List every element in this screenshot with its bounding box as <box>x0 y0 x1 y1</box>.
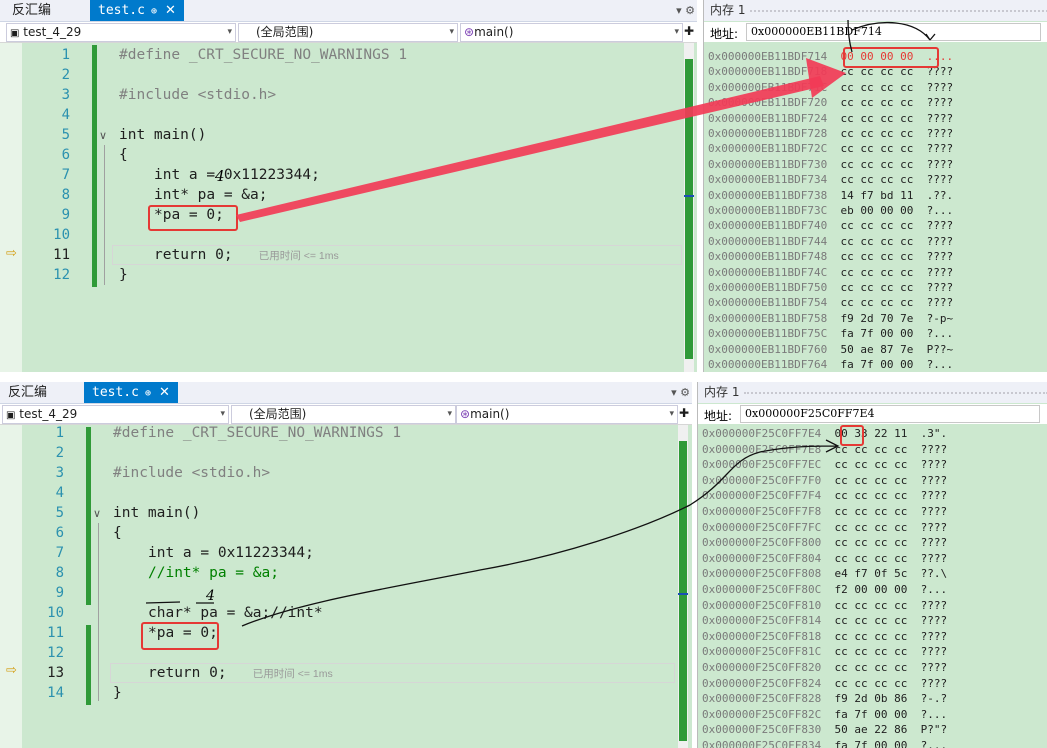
handwritten-curve-top <box>847 19 936 53</box>
red-arrow <box>236 58 846 222</box>
handwritten-underline <box>145 601 214 604</box>
handwritten-curve-bottom <box>241 439 840 627</box>
annotation-overlay <box>145 19 936 627</box>
